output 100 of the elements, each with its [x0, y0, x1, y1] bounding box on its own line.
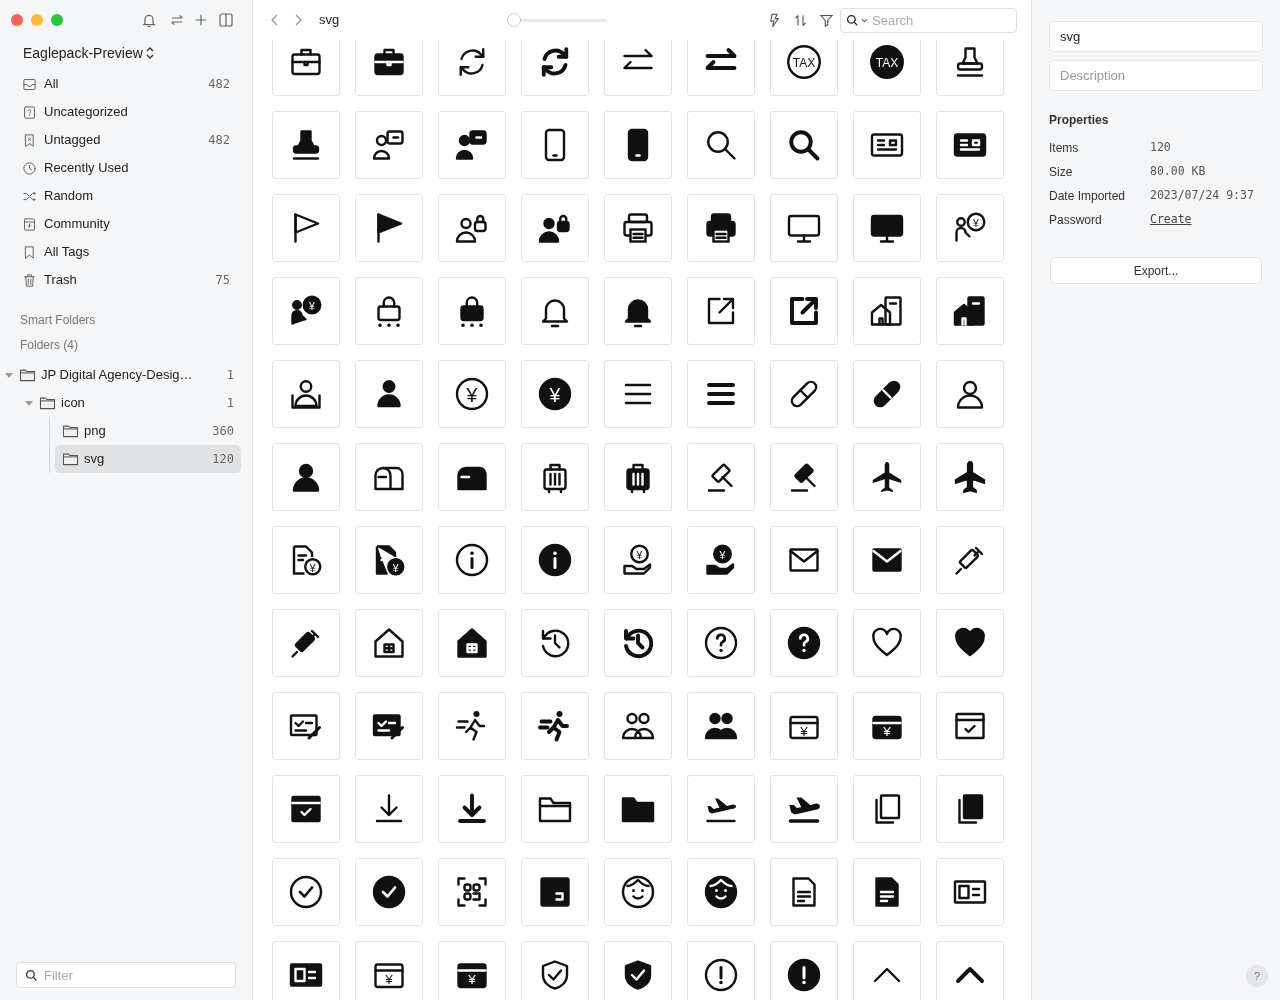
icon-tile[interactable] — [438, 775, 506, 843]
icon-tile[interactable] — [604, 194, 672, 262]
icon-tile[interactable] — [770, 111, 838, 179]
icon-tile[interactable] — [438, 526, 506, 594]
icon-tile[interactable] — [853, 526, 921, 594]
icon-tile[interactable] — [272, 609, 340, 677]
icon-tile[interactable] — [438, 277, 506, 345]
icon-tile[interactable] — [770, 609, 838, 677]
icon-tile[interactable] — [687, 692, 755, 760]
sidebar-item[interactable]: Untagged 482 — [12, 126, 240, 154]
icon-tile[interactable] — [770, 858, 838, 926]
disclosure-triangle[interactable] — [4, 370, 14, 380]
icon-tile[interactable] — [687, 360, 755, 428]
icon-tile[interactable] — [687, 277, 755, 345]
icon-tile[interactable] — [687, 609, 755, 677]
icon-tile[interactable] — [853, 775, 921, 843]
icon-tile[interactable] — [521, 941, 589, 1000]
icon-tile[interactable]: ¥ — [936, 194, 1004, 262]
close-window-button[interactable] — [11, 14, 23, 26]
icon-tile[interactable] — [355, 111, 423, 179]
icon-tile[interactable] — [770, 194, 838, 262]
icon-tile[interactable] — [936, 775, 1004, 843]
icon-tile[interactable] — [438, 443, 506, 511]
icon-tile[interactable] — [355, 194, 423, 262]
icon-tile[interactable]: ¥ — [687, 526, 755, 594]
icon-tile[interactable] — [936, 111, 1004, 179]
sidebar-item[interactable]: All 482 — [12, 70, 240, 98]
icon-tile[interactable] — [936, 443, 1004, 511]
sidebar-item[interactable]: Random — [12, 182, 240, 210]
icon-tile[interactable] — [521, 609, 589, 677]
icon-tile[interactable] — [770, 277, 838, 345]
icon-tile[interactable] — [604, 40, 672, 96]
icon-tile[interactable] — [355, 277, 423, 345]
icon-tile[interactable] — [438, 111, 506, 179]
folder-item[interactable]: svg 120 — [55, 445, 241, 473]
icon-tile[interactable] — [687, 111, 755, 179]
icon-tile[interactable] — [355, 360, 423, 428]
icon-tile[interactable] — [604, 692, 672, 760]
icon-tile[interactable] — [770, 443, 838, 511]
icon-tile[interactable] — [438, 194, 506, 262]
icon-tile[interactable] — [438, 40, 506, 96]
icon-tile[interactable] — [272, 858, 340, 926]
folder-item[interactable]: JP Digital Agency-Desig… 1 — [4, 361, 241, 389]
icon-tile[interactable] — [853, 941, 921, 1000]
create-password-link[interactable]: Create — [1150, 211, 1192, 229]
icon-tile[interactable]: ¥ — [355, 526, 423, 594]
icon-tile[interactable] — [604, 443, 672, 511]
icon-tile[interactable] — [272, 692, 340, 760]
icon-tile[interactable] — [936, 40, 1004, 96]
icon-tile[interactable]: ¥ — [853, 692, 921, 760]
thumbnail-size-slider[interactable] — [507, 13, 608, 27]
icon-tile[interactable] — [355, 692, 423, 760]
icon-tile[interactable] — [853, 443, 921, 511]
icon-tile[interactable] — [936, 692, 1004, 760]
icon-tile[interactable] — [604, 858, 672, 926]
icon-tile[interactable]: ¥ — [272, 526, 340, 594]
icon-tile[interactable] — [853, 609, 921, 677]
icon-tile[interactable] — [355, 858, 423, 926]
icon-tile[interactable] — [853, 194, 921, 262]
icon-tile[interactable] — [687, 194, 755, 262]
icon-tile[interactable]: ¥ — [438, 360, 506, 428]
icon-tile[interactable] — [521, 443, 589, 511]
icon-tile[interactable]: TAX — [853, 40, 921, 96]
icon-tile[interactable] — [770, 775, 838, 843]
sidebar-item[interactable]: Trash 75 — [12, 266, 240, 294]
disclosure-triangle[interactable] — [24, 398, 34, 408]
icon-tile[interactable]: ¥ — [604, 526, 672, 594]
icon-tile[interactable] — [604, 277, 672, 345]
icon-tile[interactable]: ¥ — [521, 360, 589, 428]
icon-tile[interactable] — [438, 692, 506, 760]
icon-tile[interactable] — [521, 692, 589, 760]
icon-tile[interactable] — [355, 40, 423, 96]
icon-tile[interactable] — [853, 360, 921, 428]
folder-item[interactable]: icon 1 — [24, 389, 241, 417]
icon-tile[interactable] — [355, 443, 423, 511]
icon-tile[interactable] — [521, 194, 589, 262]
lightning-icon[interactable] — [767, 12, 782, 28]
icon-tile[interactable] — [936, 526, 1004, 594]
icon-tile[interactable] — [521, 277, 589, 345]
filter-icon[interactable] — [819, 12, 834, 28]
icon-tile[interactable] — [438, 858, 506, 926]
icon-tile[interactable] — [272, 40, 340, 96]
icon-tile[interactable] — [770, 360, 838, 428]
icon-tile[interactable] — [272, 443, 340, 511]
icon-tile[interactable] — [936, 277, 1004, 345]
icon-tile[interactable] — [521, 111, 589, 179]
icon-tile[interactable] — [936, 609, 1004, 677]
section-heading[interactable]: Folders (4) — [20, 337, 252, 353]
icon-tile[interactable]: ¥ — [272, 277, 340, 345]
sort-icon[interactable] — [793, 12, 808, 28]
icon-tile[interactable] — [853, 858, 921, 926]
swap-icon[interactable] — [169, 12, 185, 28]
icon-tile[interactable] — [604, 775, 672, 843]
search-field[interactable]: Search — [840, 7, 1017, 33]
filter-field[interactable]: Filter — [16, 962, 236, 988]
icon-tile[interactable] — [687, 775, 755, 843]
icon-tile[interactable] — [687, 941, 755, 1000]
icon-tile[interactable] — [770, 526, 838, 594]
icon-tile[interactable] — [355, 609, 423, 677]
icon-tile[interactable] — [604, 360, 672, 428]
